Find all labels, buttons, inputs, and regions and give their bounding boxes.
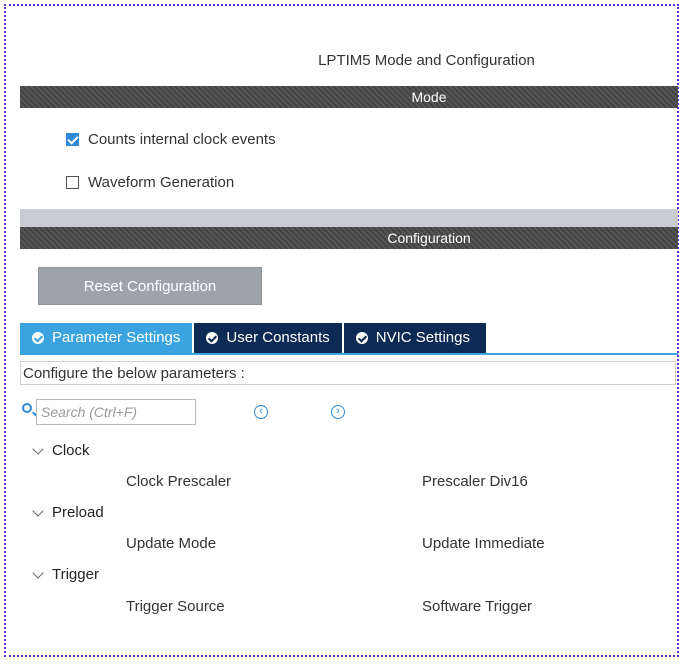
tab-user-constants[interactable]: User Constants	[194, 323, 342, 353]
param-name: Update Mode	[126, 535, 217, 552]
group-label: Preload	[52, 504, 104, 521]
tab-label: NVIC Settings	[375, 329, 470, 346]
group-label: Clock	[52, 442, 90, 459]
configuration-section-header: Configuration	[20, 227, 678, 249]
arrow-right-circle-icon[interactable]: ›	[331, 405, 345, 419]
search-icon	[22, 403, 32, 413]
group-clock[interactable]: Clock	[32, 442, 90, 459]
check-circle-icon	[355, 332, 368, 344]
param-name: Trigger Source	[126, 598, 225, 615]
chevron-down-icon	[32, 504, 44, 517]
counts-internal-clock-checkbox-row[interactable]: Counts internal clock events	[66, 131, 276, 148]
chevron-down-icon	[32, 442, 44, 455]
chevron-down-icon	[32, 566, 44, 579]
reset-configuration-button[interactable]: Reset Configuration	[38, 267, 262, 305]
tab-parameter-settings[interactable]: Parameter Settings	[20, 323, 193, 353]
panel-frame: LPTIM5 Mode and Configuration Mode Count…	[4, 4, 679, 657]
group-preload[interactable]: Preload	[32, 504, 104, 521]
check-circle-icon	[206, 332, 219, 344]
waveform-generation-checkbox-row[interactable]: Waveform Generation	[66, 174, 234, 191]
arrow-left-circle-icon[interactable]: ‹	[254, 405, 268, 419]
mode-section-header: Mode	[20, 86, 678, 108]
group-label: Trigger	[52, 566, 99, 583]
tab-label: Parameter Settings	[52, 329, 181, 346]
tab-label: User Constants	[226, 329, 330, 346]
settings-tabs: Parameter Settings User Constants NVIC S…	[20, 323, 488, 353]
param-name: Clock Prescaler	[126, 473, 232, 490]
search-input[interactable]	[36, 399, 196, 425]
counts-internal-clock-checkbox[interactable]	[66, 133, 79, 146]
section-divider	[20, 209, 678, 227]
waveform-generation-label: Waveform Generation	[88, 174, 235, 191]
param-value[interactable]: Update Immediate	[422, 535, 545, 552]
check-circle-icon	[32, 332, 44, 344]
param-value[interactable]: Software Trigger	[422, 598, 532, 615]
param-value[interactable]: Prescaler Div16	[422, 473, 528, 490]
instructions-text: Configure the below parameters :	[20, 361, 676, 385]
counts-internal-clock-label: Counts internal clock events	[88, 131, 276, 148]
group-trigger[interactable]: Trigger	[32, 566, 99, 583]
page-title: LPTIM5 Mode and Configuration	[318, 52, 535, 69]
waveform-generation-checkbox[interactable]	[66, 176, 79, 189]
tab-nvic-settings[interactable]: NVIC Settings	[343, 323, 486, 353]
tab-underline	[20, 353, 678, 355]
